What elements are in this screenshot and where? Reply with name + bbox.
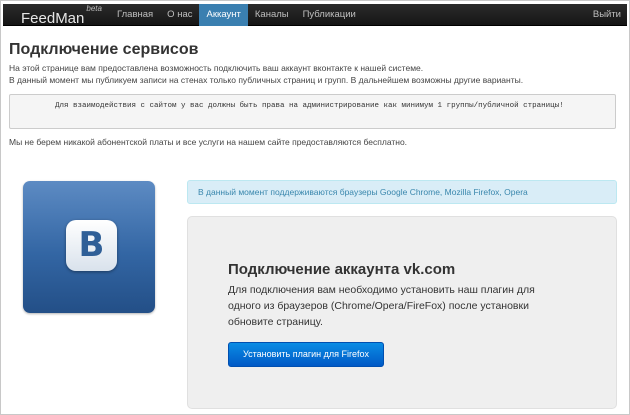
connect-account-panel: Подключение аккаунта vk.com Для подключе… (187, 216, 617, 409)
browser-support-alert: В данный момент поддерживаются браузеры … (187, 180, 617, 204)
main-nav: Главная О нас Аккаунт Каналы Публикации (110, 4, 363, 26)
intro-line: На этой странице вам предоставлена возмо… (9, 63, 424, 73)
connect-text-line: обновите страницу. (228, 316, 323, 328)
free-service-text: Мы не берем никакой абонентской платы и … (9, 137, 408, 147)
install-plugin-button[interactable]: Установить плагин для Firefox (228, 342, 384, 367)
logout-link[interactable]: Выйти (593, 4, 621, 26)
top-navbar: FeedManbeta Главная О нас Аккаунт Каналы… (3, 4, 627, 27)
vk-logo-icon: В (23, 181, 155, 313)
admin-rights-notice: Для взаимодействия с сайтом у вас должны… (9, 94, 616, 129)
connect-panel-text: Для подключения вам необходимо установит… (228, 282, 588, 330)
brand-beta-label: beta (86, 4, 102, 13)
vk-letter-badge: В (66, 220, 117, 271)
brand-name: FeedMan (21, 10, 85, 27)
connect-text-line: Для подключения вам необходимо установит… (228, 284, 535, 296)
connect-panel-title: Подключение аккаунта vk.com (228, 261, 456, 278)
intro-line: В данный момент мы публикуем записи на с… (9, 75, 524, 85)
page-frame: FeedManbeta Главная О нас Аккаунт Каналы… (0, 0, 630, 415)
nav-item-home[interactable]: Главная (110, 4, 160, 26)
nav-item-channels[interactable]: Каналы (248, 4, 296, 26)
nav-item-account[interactable]: Аккаунт (199, 4, 248, 26)
nav-item-about[interactable]: О нас (160, 4, 199, 26)
connect-text-line: одного из браузеров (Chrome/Opera/FireFo… (228, 300, 529, 312)
intro-text: На этой странице вам предоставлена возмо… (9, 62, 523, 86)
page-title: Подключение сервисов (9, 41, 199, 58)
brand-logo[interactable]: FeedManbeta (21, 4, 102, 27)
nav-item-publications[interactable]: Публикации (296, 4, 363, 26)
